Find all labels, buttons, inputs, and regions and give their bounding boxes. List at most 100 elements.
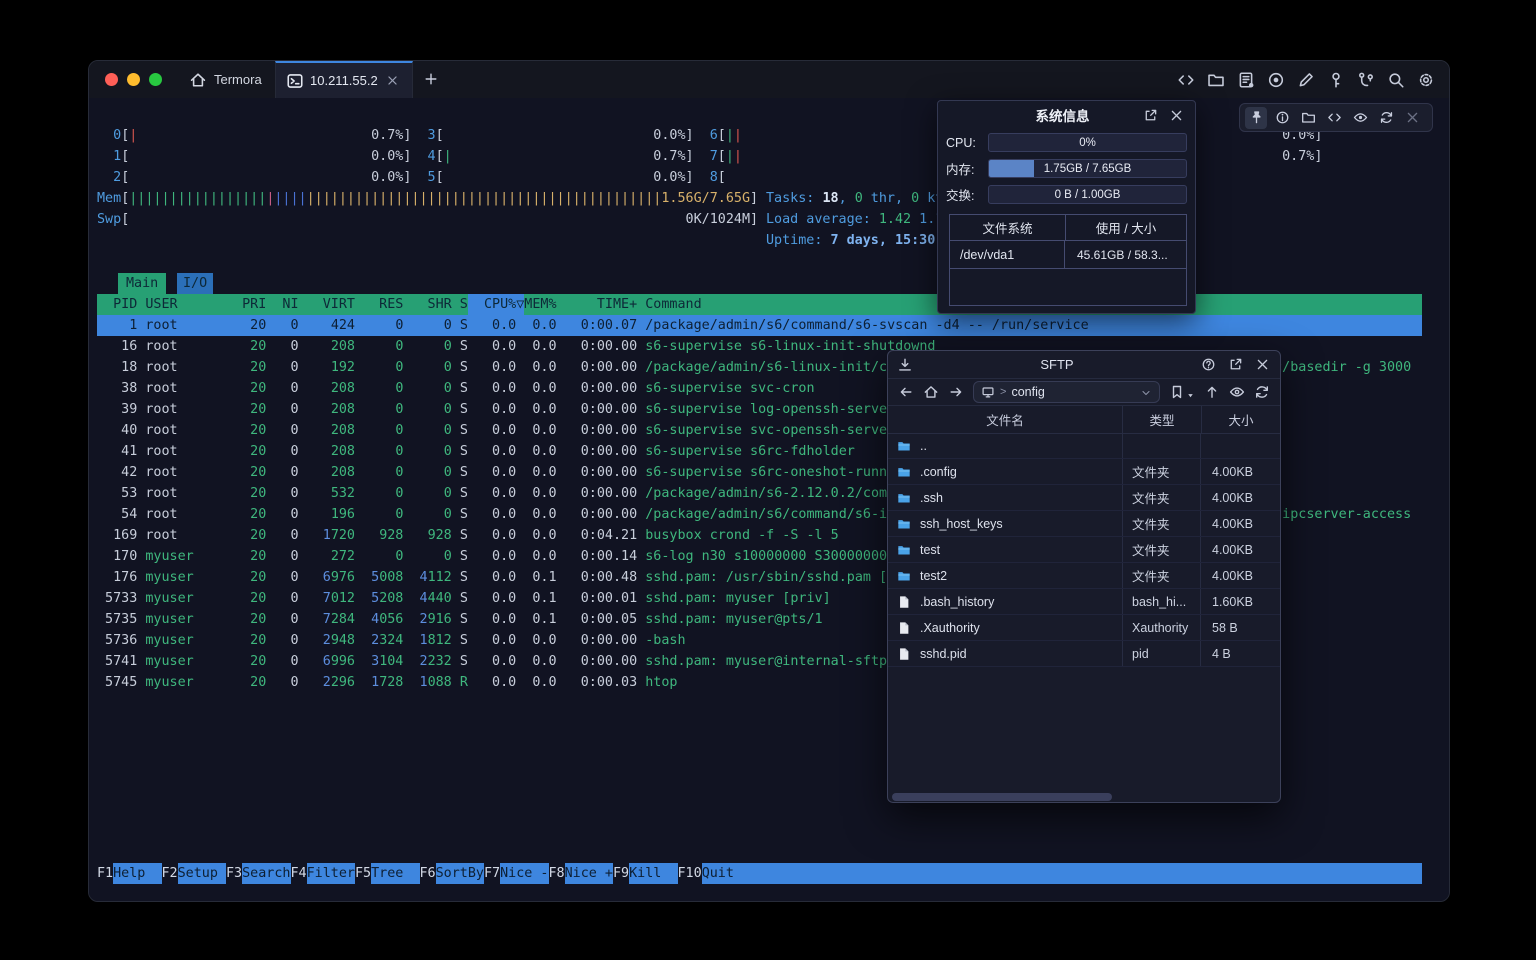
search-icon[interactable] [1387,71,1405,89]
folder-icon[interactable] [1297,107,1319,129]
tab-close-icon[interactable] [386,74,399,87]
file-row[interactable]: test文件夹4.00KB [888,537,1280,563]
traffic-light-close[interactable] [105,73,118,86]
path-breadcrumb[interactable]: > config [973,381,1160,403]
file-name: .ssh [920,491,943,505]
home-icon[interactable] [923,384,939,400]
chevron-down-icon[interactable] [1140,386,1152,398]
process-row[interactable]: 40 root 20 0 208 0 0 S 0.0 0.0 0:00.00 s… [97,420,895,441]
file-icon [896,647,912,661]
computer-icon [981,385,995,399]
process-row[interactable]: 5733 myuser 20 0 7012 5208 4440 S 0.0 0.… [97,588,831,609]
active-tab-title: 10.211.55.2 [310,73,378,88]
open-in-window-icon[interactable] [1228,357,1243,372]
file-size: 4.00KB [1200,459,1280,484]
tab-termora-home[interactable]: Termora [175,61,276,98]
process-row[interactable]: 39 root 20 0 208 0 0 S 0.0 0.0 0:00.00 s… [97,399,895,420]
memory-meter-line: Mem[||||||||||||||||||||||||||||||||||||… [97,188,758,209]
fn-f9-button[interactable]: Kill [629,863,677,884]
code-icon[interactable] [1177,71,1195,89]
fn-key-label: F5 [355,863,371,884]
fn-f6-button[interactable]: SortBy [436,863,484,884]
fn-f3-button[interactable]: Search [242,863,290,884]
file-row[interactable]: ssh_host_keys文件夹4.00KB [888,511,1280,537]
file-name: .. [920,439,927,453]
fn-f4-button[interactable]: Filter [307,863,355,884]
file-row[interactable]: .config 文件夹4.00KB [888,459,1280,485]
file-name: .config [920,465,957,479]
download-icon[interactable] [897,357,913,373]
process-row[interactable]: 169 root 20 0 1720 928 928 S 0.0 0.0 0:0… [97,525,839,546]
refresh-icon[interactable] [1254,384,1270,400]
info-icon[interactable] [1271,107,1293,129]
process-row[interactable]: 16 root 20 0 208 0 0 S 0.0 0.0 0:00.00 s… [97,336,935,357]
file-type: 文件夹 [1122,459,1200,484]
code-icon[interactable] [1323,107,1345,129]
record-icon[interactable] [1267,71,1285,89]
file-type: bash_hi... [1122,589,1200,614]
key-icon[interactable] [1327,71,1345,89]
fn-f1-button[interactable]: Help [113,863,161,884]
tab-active-session[interactable]: 10.211.55.2 [275,61,413,98]
filesystem-row: /dev/vda1 45.61GB / 58.3... [950,241,1186,269]
process-row[interactable]: 1 root 20 0 424 0 0 S 0.0 0.0 0:00.07 /p… [97,315,1422,336]
fn-f5-button[interactable]: Tree [371,863,419,884]
pin-icon[interactable] [1245,107,1267,129]
settings-icon[interactable] [1417,71,1435,89]
new-tab-button[interactable] [423,71,439,87]
process-row[interactable]: 5735 myuser 20 0 7284 4056 2916 S 0.0 0.… [97,609,823,630]
horizontal-scrollbar[interactable] [892,793,1112,801]
close-icon[interactable] [1169,108,1184,123]
col-type[interactable]: 类型 [1122,406,1201,433]
open-in-window-icon[interactable] [1143,108,1158,123]
file-row[interactable]: .bash_historybash_hi...1.60KB [888,589,1280,615]
process-row[interactable]: 170 myuser 20 0 272 0 0 S 0.0 0.0 0:00.1… [97,546,1000,567]
log-icon[interactable] [1237,71,1255,89]
process-row[interactable]: 5745 myuser 20 0 2296 1728 1088 R 0.0 0.… [97,672,678,693]
close-icon[interactable] [1401,107,1423,129]
file-row[interactable]: sshd.pidpid4 B [888,641,1280,667]
close-icon[interactable] [1255,357,1270,372]
fn-f2-button[interactable]: Setup [178,863,226,884]
refresh-icon[interactable] [1375,107,1397,129]
fs-col-usage: 使用 / 大小 [1066,215,1186,240]
file-type: 文件夹 [1122,563,1200,588]
file-size: 4.00KB [1200,511,1280,536]
process-table-header[interactable]: PID USER PRI NI VIRT RES SHR S CPU%▽MEM%… [97,294,1422,315]
folder-icon[interactable] [1207,71,1225,89]
gpu-icon[interactable] [1349,107,1371,129]
file-name: sshd.pid [920,647,967,661]
forward-icon[interactable] [948,384,964,400]
keychain-icon[interactable] [1357,71,1375,89]
process-row[interactable]: 42 root 20 0 208 0 0 S 0.0 0.0 0:00.00 s… [97,462,903,483]
traffic-light-minimize[interactable] [127,73,140,86]
edit-icon[interactable] [1297,71,1315,89]
fn-key-label: F9 [613,863,629,884]
home-tab-label: Termora [214,72,262,87]
fn-f10-button[interactable]: Quit [702,863,1422,884]
help-icon[interactable] [1201,357,1216,372]
col-filename[interactable]: 文件名 [888,406,1122,433]
htop-tab-io[interactable]: I/O [177,273,213,294]
folder-icon [896,465,912,479]
file-row[interactable]: .XauthorityXauthority58 B [888,615,1280,641]
file-row[interactable]: test2文件夹4.00KB [888,563,1280,589]
file-name: ssh_host_keys [920,517,1003,531]
process-row[interactable]: 5741 myuser 20 0 6996 3104 2232 S 0.0 0.… [97,651,887,672]
upload-icon[interactable] [1204,384,1220,400]
process-row[interactable]: 38 root 20 0 208 0 0 S 0.0 0.0 0:00.00 s… [97,378,815,399]
filesystem-table: 文件系统 使用 / 大小 /dev/vda1 45.61GB / 58.3... [949,214,1187,306]
fn-f8-button[interactable]: Nice + [565,863,613,884]
back-icon[interactable] [898,384,914,400]
process-row[interactable]: 41 root 20 0 208 0 0 S 0.0 0.0 0:00.00 s… [97,441,855,462]
htop-tab-main[interactable]: Main [118,273,166,294]
bookmark-button[interactable] [1169,384,1195,400]
titlebar-toolbar [1177,61,1435,98]
show-hidden-icon[interactable] [1229,384,1245,400]
file-row[interactable]: .ssh文件夹4.00KB [888,485,1280,511]
fn-f7-button[interactable]: Nice - [500,863,548,884]
col-size[interactable]: 大小 [1201,406,1280,433]
traffic-light-zoom[interactable] [149,73,162,86]
process-row[interactable]: 5736 myuser 20 0 2948 2324 1812 S 0.0 0.… [97,630,686,651]
file-row[interactable]: .. [888,433,1280,459]
